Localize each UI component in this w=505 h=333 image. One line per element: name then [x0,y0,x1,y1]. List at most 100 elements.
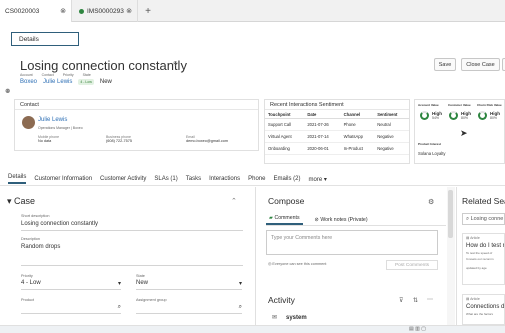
assignment-group-label: Assignment group [136,298,167,302]
case-heading-label: Case [14,196,36,206]
tab-case[interactable]: CS0020003 ⊗ [0,0,72,22]
contact-name[interactable]: Julie Lewis [38,117,67,123]
table-cell: Onboarding [265,142,305,155]
layout-icon[interactable]: ▤ ▥ ▢ [409,326,426,332]
avatar [22,116,35,129]
account-link[interactable]: Boxeo [20,79,37,85]
col-sentiment: Sentiment [374,110,409,119]
article-title: How do I test n [466,243,505,249]
meta-label-contact: Contact [41,73,54,77]
tab-phone[interactable]: Phone [248,176,265,182]
tab-interactions[interactable]: Interactions [209,176,240,182]
tab-comments-label: Comments [274,215,300,221]
table-cell: Neutral [374,118,409,131]
interactions-table: Touchpoint Date Channel Sentiment Suppor… [265,110,409,155]
tab-details[interactable]: Details [11,32,79,46]
state-label: State [136,274,145,278]
filter-icon[interactable]: ⊽ [399,297,403,304]
table-cell: Support Call [265,118,305,131]
contact-link[interactable]: Julie Lewis [43,79,72,85]
search-icon: ⌕ [117,304,121,310]
product-label: Product [21,298,35,302]
article-card[interactable]: ▤ Article Connections d What are the fac… [462,294,505,325]
article-label-text: Article [470,297,480,301]
save-button[interactable]: Save [434,58,456,71]
comments-icon: ▰ [269,215,273,221]
customer-value-label: Customer Value [448,103,471,107]
new-tab-button[interactable]: + [140,0,156,22]
state-select[interactable]: New ▾ [136,280,242,290]
tab-incident-label: IMS0000293 [87,7,124,15]
business-phone-value: (608) 722-7575 [106,139,132,143]
tab-details[interactable]: Details [8,174,27,184]
tag-icon[interactable]: ⦸ [173,60,178,68]
sort-icon[interactable]: ⇅ [413,297,418,304]
table-cell: 2021-07-14 [304,130,341,143]
article-updated: updated by age [466,266,487,270]
interactions-title: Recent Interactions Sentiment [265,100,409,110]
col-date: Date [304,110,341,119]
close-icon[interactable]: ⊗ [126,7,132,15]
close-case-button[interactable]: Close Case [461,58,500,71]
table-cell: 2020-06-01 [304,142,341,155]
tab-case-label: CS0020003 [5,7,40,15]
related-search-input[interactable]: ⌕ Losing conne [462,213,505,225]
settings-icon[interactable]: ⚙ [428,198,434,206]
collapse-chevron-icon[interactable]: ⌃ [231,197,237,205]
post-comments-button[interactable]: Post Comments [386,260,438,270]
table-cell: Negative [374,130,409,143]
mobile-value: No data [38,139,52,143]
visibility-note-text: Everyone can see this comment [272,262,327,266]
tab-tasks[interactable]: Tasks [186,176,201,182]
contact-card-title: Contact [15,100,258,110]
table-row: Support Call 2021-07-26 Phone Neutral [265,118,409,131]
assignment-group-input[interactable]: ⌕ [136,304,242,314]
search-icon: ⌕ [238,304,242,310]
lock-icon: ⊘ [314,217,319,223]
tab-emails[interactable]: Emails (2) [273,176,300,182]
interactions-sentiment-card: Recent Interactions Sentiment Touchpoint… [264,99,410,164]
table-row: Virtual Agent 2021-07-14 WhatsApp Negative [265,130,409,143]
scrollbar-thumb[interactable] [448,190,453,238]
product-input[interactable]: ⌕ [21,304,121,314]
description-label: Description [21,237,40,241]
more-icon[interactable]: ⋯ [427,296,433,303]
case-meta-values: Boxeo Julie Lewis 4 - Low New [20,79,112,85]
table-cell: In-Product [340,142,375,155]
eye-icon: ◎ [268,262,272,266]
article-label: ▤ Article [466,236,480,240]
search-icon: ⌕ [466,216,470,222]
tab-work-notes[interactable]: ⊘ Work notes (Private) [315,217,368,225]
comments-textarea[interactable]: Type your Comments here [266,230,438,255]
close-icon[interactable]: ⊗ [60,7,66,15]
col-channel: Channel [340,110,375,119]
tab-customer-activity[interactable]: Customer Activity [100,176,146,182]
contact-card: Contact Julie Lewis Operations Manager |… [14,99,259,151]
case-heading: ▾ Case [7,196,36,206]
persona-icon[interactable]: ⚉ [5,88,10,95]
tab-comments[interactable]: ▰ Comments [266,215,303,225]
description-textarea[interactable]: Random drops [21,244,243,266]
priority-label: Priority [21,274,33,278]
compose-title: Compose [268,196,305,206]
article-label-text: Article [470,236,480,240]
visibility-note: ◎ Everyone can see this comment [268,261,326,266]
table-cell: WhatsApp [340,130,375,143]
record-tabs: Details Customer Information Customer Ac… [0,173,505,186]
account-value-label: Account Value [418,103,439,107]
status-dot-icon [79,8,84,14]
article-card[interactable]: ▤ Article How do I test n To test the sp… [462,233,505,285]
tab-customer-information[interactable]: Customer Information [34,176,92,182]
priority-select[interactable]: 4 - Low ▾ [21,280,121,290]
article-snippet: It resets our recomm [466,257,494,261]
gauge-icon [478,111,487,120]
tab-incident[interactable]: IMS0000293 ⊗ [74,0,138,22]
table-cell: Phone [340,118,375,131]
priority-badge: 4 - Low [78,79,94,85]
dropdown-icon: ▾ [117,281,121,287]
table-cell: Virtual Agent [265,130,305,143]
short-desc-input[interactable]: Losing connection constantly [21,221,243,231]
tab-more[interactable]: more ▾ [309,176,327,183]
tab-slas[interactable]: SLAs (1) [154,176,177,182]
email-value[interactable]: demo.boxeo@gmail.com [186,139,228,143]
